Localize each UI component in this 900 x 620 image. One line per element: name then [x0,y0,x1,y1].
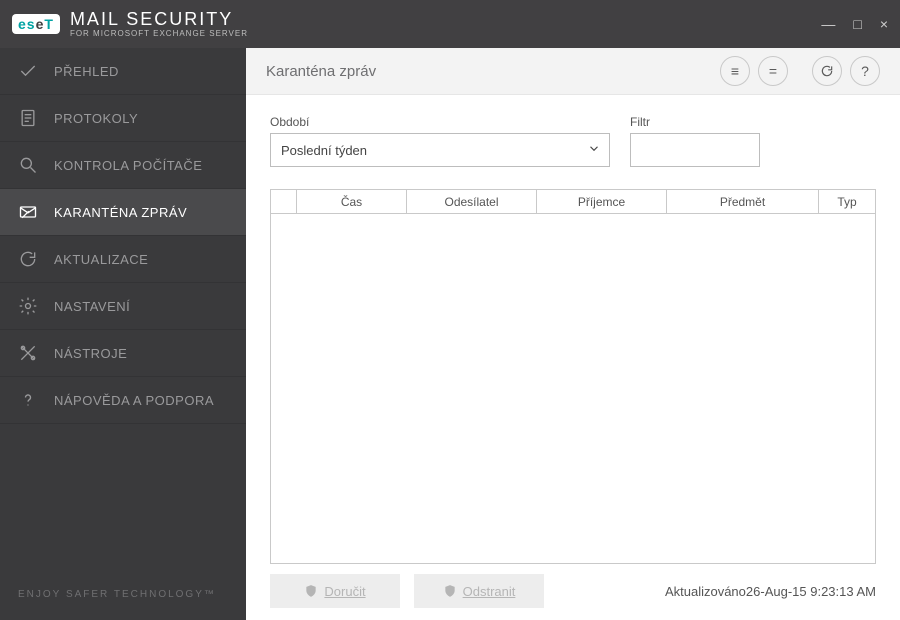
status-row: Doručit Odstranit Aktualizováno26-Aug-15… [270,574,876,608]
brand-badge: eseT [12,14,60,34]
period-select-value: Poslední týden [281,143,367,158]
tools-icon [18,343,38,363]
window-maximize-button[interactable]: □ [853,16,861,32]
sidebar-item-tools[interactable]: NÁSTROJE [0,330,246,377]
table-col-subject[interactable]: Předmět [667,190,819,213]
document-icon [18,108,38,128]
equal-icon: = [769,63,777,79]
filter-field: Filtr [630,115,760,167]
help-button[interactable]: ? [850,56,880,86]
spacer [796,56,804,86]
equal-button[interactable]: = [758,56,788,86]
sidebar-item-scan[interactable]: KONTROLA POČÍTAČE [0,142,246,189]
menu-icon: ≡ [731,63,739,79]
help-icon [18,390,38,410]
table-col-check[interactable] [271,190,297,213]
gear-icon [18,296,38,316]
period-select[interactable]: Poslední týden [270,133,610,167]
sidebar-item-quarantine[interactable]: KARANTÉNA ZPRÁV [0,189,246,236]
update-icon [18,249,38,269]
sidebar-item-label: KONTROLA POČÍTAČE [54,158,202,173]
sidebar-item-label: KARANTÉNA ZPRÁV [54,205,187,220]
sidebar-item-help[interactable]: NÁPOVĚDA A PODPORA [0,377,246,424]
header-actions: ≡ = ? [720,56,880,86]
product-subtitle: FOR MICROSOFT EXCHANGE SERVER [70,30,248,38]
sidebar-item-logs[interactable]: PROTOKOLY [0,95,246,142]
sidebar-item-settings[interactable]: NASTAVENÍ [0,283,246,330]
updated-value: 26-Aug-15 9:23:13 AM [746,584,876,599]
deliver-button[interactable]: Doručit [270,574,400,608]
period-field: Období Poslední týden [270,115,610,167]
brand-badge-right: T [44,16,54,32]
chevron-down-icon [587,142,601,159]
body: PŘEHLED PROTOKOLY KONTROLA POČÍTAČE [0,48,900,620]
filter-label: Filtr [630,115,760,129]
brand-badge-left: es [18,16,36,32]
product-title: MAIL SECURITY [70,10,248,28]
table-col-type[interactable]: Typ [819,190,875,213]
table-header: Čas Odesílatel Příjemce Předmět Typ [271,190,875,214]
shield-icon [304,584,318,598]
table-col-recipient[interactable]: Příjemce [537,190,667,213]
messages-table: Čas Odesílatel Příjemce Předmět Typ [270,189,876,564]
table-body [271,214,875,563]
question-icon: ? [861,63,869,79]
sidebar-item-overview[interactable]: PŘEHLED [0,48,246,95]
sidebar-nav: PŘEHLED PROTOKOLY KONTROLA POČÍTAČE [0,48,246,424]
sidebar-item-label: NASTAVENÍ [54,299,130,314]
delete-button-label: Odstranit [463,584,516,599]
title-bar: eseT MAIL SECURITY FOR MICROSOFT EXCHANG… [0,0,900,48]
delete-button[interactable]: Odstranit [414,574,544,608]
sidebar-item-label: NÁSTROJE [54,346,127,361]
page-title: Karanténa zpráv [266,63,376,80]
product-name: MAIL SECURITY FOR MICROSOFT EXCHANGE SER… [70,10,248,38]
search-icon [18,155,38,175]
sidebar-item-label: PŘEHLED [54,64,119,79]
content: Období Poslední týden Filtr [246,95,900,620]
menu-button[interactable]: ≡ [720,56,750,86]
deliver-button-label: Doručit [324,584,365,599]
page-header: Karanténa zpráv ≡ = ? [246,48,900,95]
filter-input[interactable] [630,133,760,167]
window-controls: — □ × [821,16,888,32]
sidebar-item-label: NÁPOVĚDA A PODPORA [54,393,214,408]
app-window: eseT MAIL SECURITY FOR MICROSOFT EXCHANG… [0,0,900,620]
mail-quarantine-icon [18,202,38,222]
sidebar-item-label: AKTUALIZACE [54,252,148,267]
filter-row: Období Poslední týden Filtr [270,115,876,167]
window-minimize-button[interactable]: — [821,16,835,32]
period-label: Období [270,115,610,129]
updated-text: Aktualizováno26-Aug-15 9:23:13 AM [665,584,876,599]
table-col-time[interactable]: Čas [297,190,407,213]
check-icon [18,61,38,81]
refresh-button[interactable] [812,56,842,86]
sidebar-item-label: PROTOKOLY [54,111,138,126]
window-close-button[interactable]: × [880,16,888,32]
refresh-icon [820,64,834,78]
brand-footer: ENJOY SAFER TECHNOLOGY™ [0,589,246,620]
table-col-sender[interactable]: Odesílatel [407,190,537,213]
sidebar: PŘEHLED PROTOKOLY KONTROLA POČÍTAČE [0,48,246,620]
updated-label: Aktualizováno [665,584,746,599]
shield-icon [443,584,457,598]
main-panel: Karanténa zpráv ≡ = ? [246,48,900,620]
sidebar-item-update[interactable]: AKTUALIZACE [0,236,246,283]
